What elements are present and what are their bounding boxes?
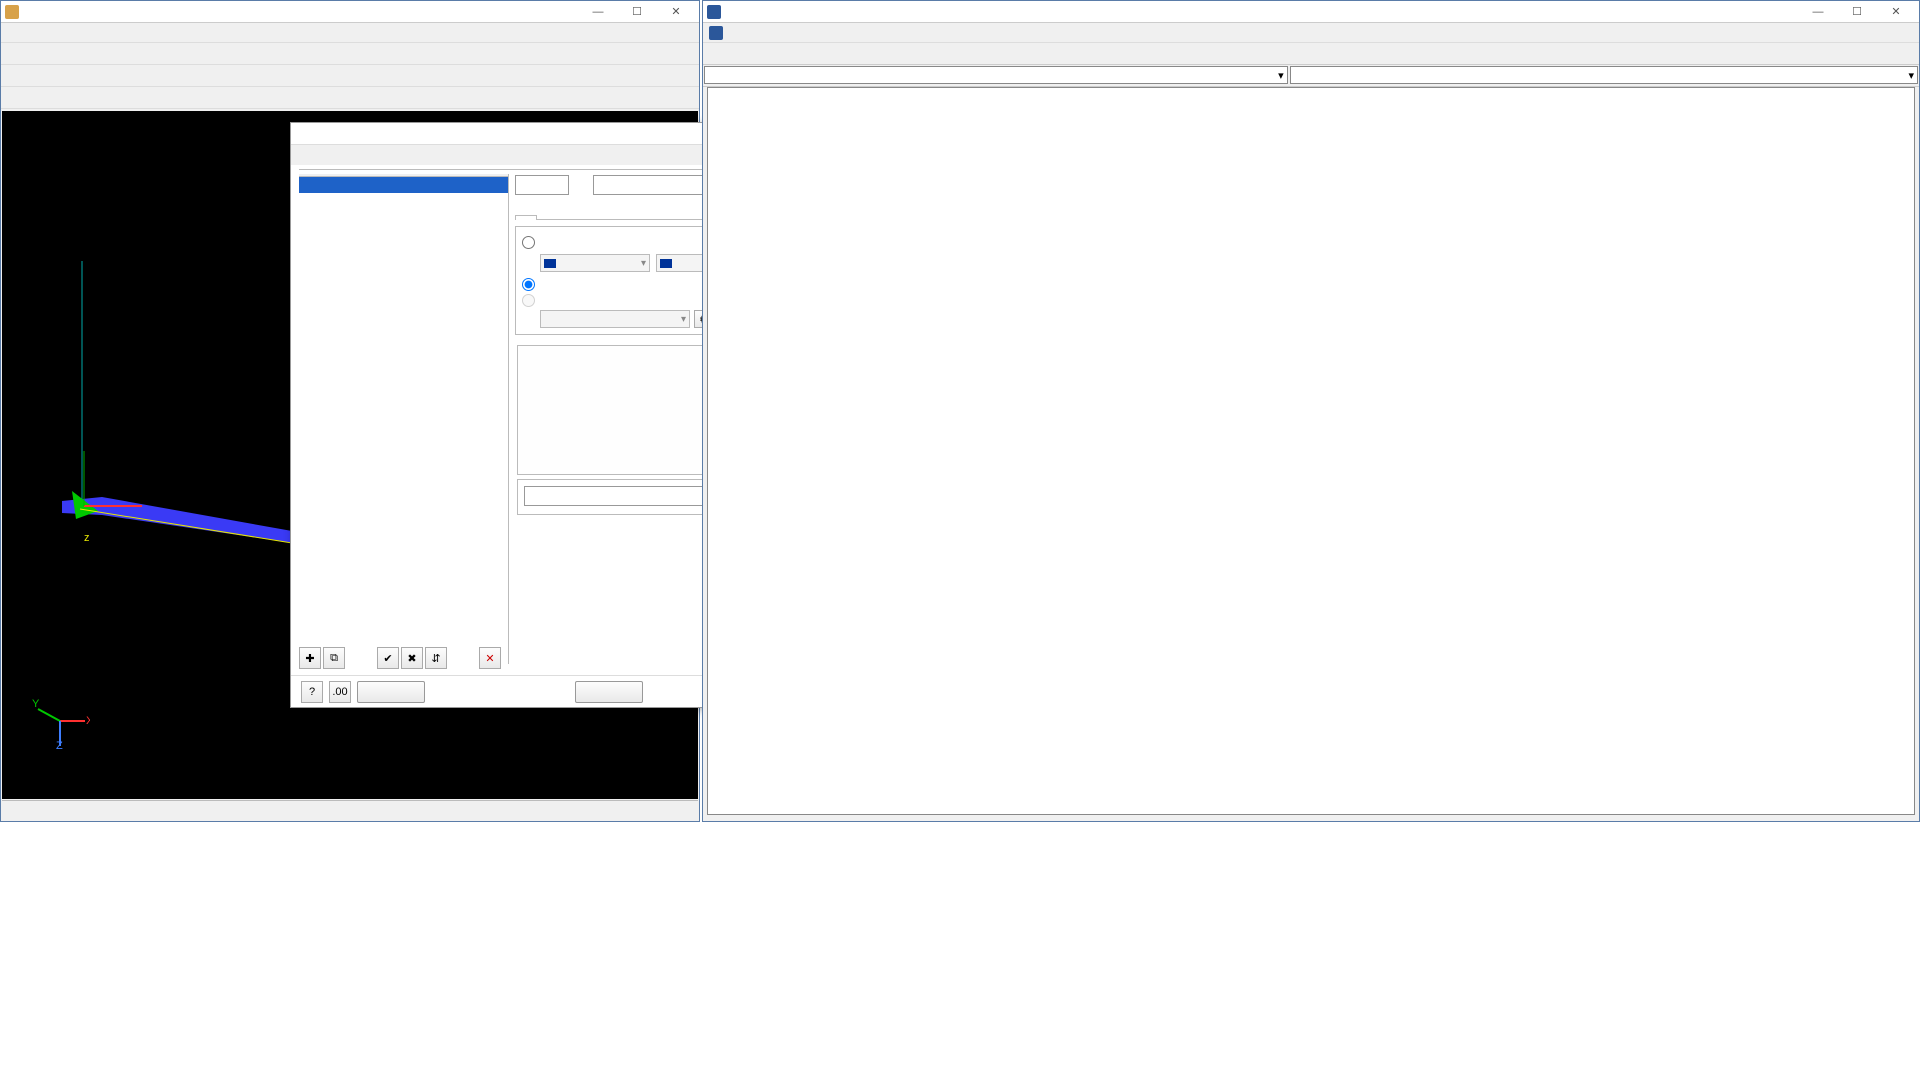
accel-combo: [540, 310, 690, 328]
vba-doc-icon: [709, 26, 723, 40]
list-check-button[interactable]: ✔: [377, 647, 399, 669]
vba-menubar: [703, 23, 1919, 43]
rfem-menubar: [1, 23, 699, 43]
rfem-titlebar: — ☐ ✕: [1, 1, 699, 23]
vba-code-editor[interactable]: [707, 87, 1915, 815]
rfem-toolbar-3: [1, 87, 699, 109]
svg-text:z: z: [84, 532, 90, 544]
check-button[interactable]: [575, 681, 643, 703]
vba-close-button[interactable]: ✕: [1877, 2, 1915, 22]
rfem-toolbar-2: [1, 65, 699, 87]
rsno-input[interactable]: [515, 175, 569, 195]
rfem-app-icon: [5, 5, 19, 19]
rfem-statusbar: [2, 800, 698, 820]
subtab-general[interactable]: [515, 215, 537, 220]
close-button[interactable]: ✕: [657, 2, 695, 22]
axis-gizmo-icon: X Y Z: [30, 691, 90, 751]
list-delete-button[interactable]: ✕: [479, 647, 501, 669]
vba-window: — ☐ ✕: [702, 0, 1920, 822]
vba-app-icon: [707, 5, 721, 19]
vba-minimize-button[interactable]: —: [1799, 2, 1837, 22]
vba-toolbar: [703, 43, 1919, 65]
details-button[interactable]: [357, 681, 425, 703]
vba-maximize-button[interactable]: ☐: [1838, 2, 1876, 22]
units-button[interactable]: .00: [329, 681, 351, 703]
list-sort-button[interactable]: ⇵: [425, 647, 447, 669]
svg-text:X: X: [86, 715, 90, 727]
rfem-toolbar-1: [1, 43, 699, 65]
vba-procedure-combo[interactable]: [1290, 66, 1918, 84]
minimize-button[interactable]: —: [579, 2, 617, 22]
radio-standard[interactable]: [522, 236, 540, 249]
vba-object-combo[interactable]: [704, 66, 1288, 84]
list-copy-button[interactable]: ⧉: [323, 647, 345, 669]
list-new-button[interactable]: ✚: [299, 647, 321, 669]
vba-object-proc-bar: [703, 65, 1919, 87]
rs-list-row[interactable]: [299, 177, 508, 193]
standard-combo: [540, 254, 650, 272]
svg-text:Z: Z: [56, 740, 63, 751]
maximize-button[interactable]: ☐: [618, 2, 656, 22]
help-button[interactable]: ?: [301, 681, 323, 703]
list-cross-button[interactable]: ✖: [401, 647, 423, 669]
svg-text:Y: Y: [32, 698, 40, 710]
